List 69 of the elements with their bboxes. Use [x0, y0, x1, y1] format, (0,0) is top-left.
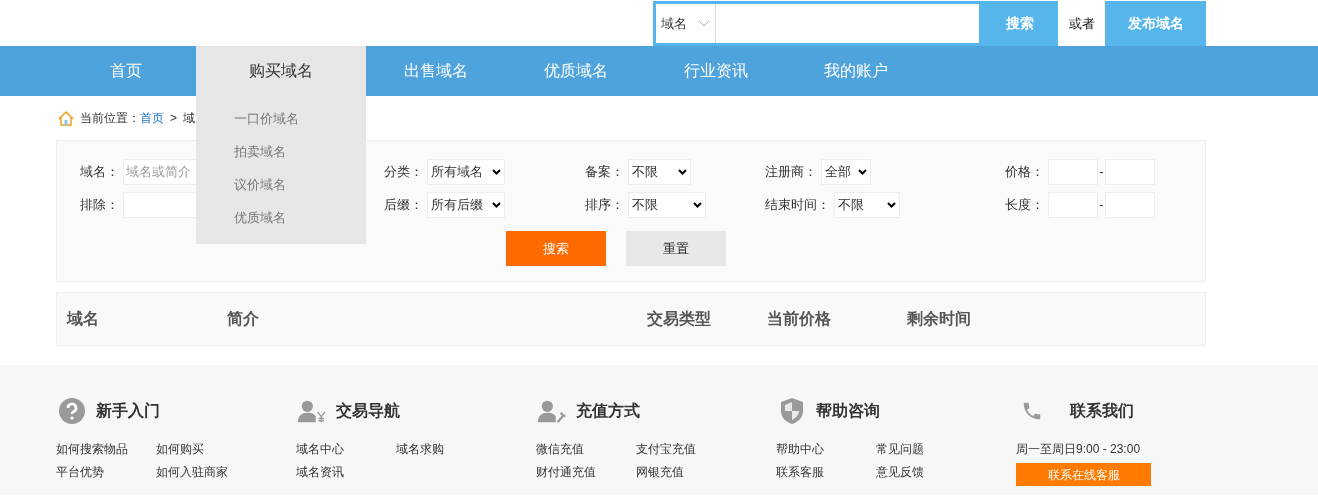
- footer-link[interactable]: 域名求购: [396, 438, 496, 461]
- filter-label: 备案：: [585, 162, 624, 181]
- footer-link[interactable]: 意见反馈: [876, 461, 976, 484]
- filter-label: 域名：: [80, 162, 119, 181]
- or-text: 或者: [1067, 14, 1096, 33]
- filter-label: 价格：: [1005, 162, 1044, 181]
- column-header: 简介: [227, 309, 260, 329]
- phone-icon: [1021, 400, 1043, 422]
- footer-link[interactable]: 财付通充值: [536, 461, 636, 484]
- footer-link[interactable]: 如何搜索物品: [56, 438, 156, 461]
- menu-item[interactable]: 一口价域名: [196, 102, 366, 135]
- filter-label: 注册商：: [765, 162, 817, 181]
- reset-button[interactable]: 重置: [626, 231, 726, 266]
- footer-heading: 交易导航: [336, 401, 400, 421]
- footer-link[interactable]: 域名资讯: [296, 461, 396, 484]
- column-header: 域名: [67, 309, 100, 329]
- user-hammer-icon: [538, 399, 566, 423]
- chevron-down-icon: [492, 168, 501, 175]
- footer-link[interactable]: 如何购买: [156, 438, 256, 461]
- footer-heading: 帮助咨询: [816, 401, 880, 421]
- filter-select[interactable]: 不限: [628, 158, 691, 185]
- filter-select[interactable]: 不限: [628, 191, 706, 218]
- chevron-down-icon: [858, 168, 867, 175]
- footer-link[interactable]: 平台优势: [56, 461, 156, 484]
- menu-item[interactable]: 议价域名: [196, 168, 366, 201]
- type-select[interactable]: 域名: [656, 4, 716, 43]
- filter-select[interactable]: 不限: [834, 191, 900, 218]
- home-icon: [58, 110, 74, 126]
- breadcrumb-current: 域: [183, 110, 195, 127]
- range-separator: -: [1098, 195, 1105, 214]
- filter-select[interactable]: 全部: [821, 158, 871, 185]
- footer-heading: 新手入门: [96, 401, 160, 421]
- filter-select[interactable]: 所有后缀: [427, 191, 505, 218]
- filter-label: 排序：: [585, 195, 624, 214]
- footer-link[interactable]: 如何入驻商家: [156, 461, 256, 484]
- footer-link[interactable]: 支付宝充值: [636, 438, 736, 461]
- menu-item[interactable]: 优质域名: [196, 201, 366, 234]
- chevron-down-icon: [693, 201, 702, 208]
- range-separator: -: [1098, 162, 1105, 181]
- filter-label: 分类：: [384, 162, 423, 181]
- footer-link[interactable]: 域名中心: [296, 438, 396, 461]
- footer-heading: 充值方式: [576, 401, 640, 421]
- filter-select[interactable]: 所有域名: [427, 158, 505, 185]
- service-hours: 周一至周日9:00 - 23:00: [1016, 441, 1142, 458]
- footer-link[interactable]: 帮助中心: [776, 438, 876, 461]
- chevron-down-icon: [678, 168, 687, 175]
- filter-label: 结束时间：: [765, 195, 830, 214]
- user-yen-icon: [298, 399, 326, 423]
- footer-link[interactable]: 网银充值: [636, 461, 736, 484]
- column-header: 剩余时间: [907, 309, 972, 329]
- filter-label: 长度：: [1005, 195, 1044, 214]
- filter-label: 排除：: [80, 195, 119, 214]
- chevron-down-icon: [698, 20, 710, 27]
- breadcrumb-separator: >: [170, 110, 177, 127]
- chevron-down-icon: [887, 201, 896, 208]
- question-icon: [59, 398, 85, 424]
- shield-icon: [781, 398, 803, 424]
- breadcrumb-label: 当前位置：: [80, 110, 140, 127]
- footer-heading: 联系我们: [1070, 401, 1134, 421]
- nav-tab[interactable]: 购买域名: [196, 46, 366, 96]
- filter-label: 后缀：: [384, 195, 423, 214]
- home-link[interactable]: 首页: [140, 109, 164, 127]
- footer-link[interactable]: 联系客服: [776, 461, 876, 484]
- footer-link[interactable]: 常见问题: [876, 438, 976, 461]
- footer-link[interactable]: 微信充值: [536, 438, 636, 461]
- column-header: 当前价格: [767, 309, 832, 329]
- chevron-down-icon: [492, 201, 501, 208]
- menu-item[interactable]: 拍卖域名: [196, 135, 366, 168]
- column-header: 交易类型: [647, 309, 712, 329]
